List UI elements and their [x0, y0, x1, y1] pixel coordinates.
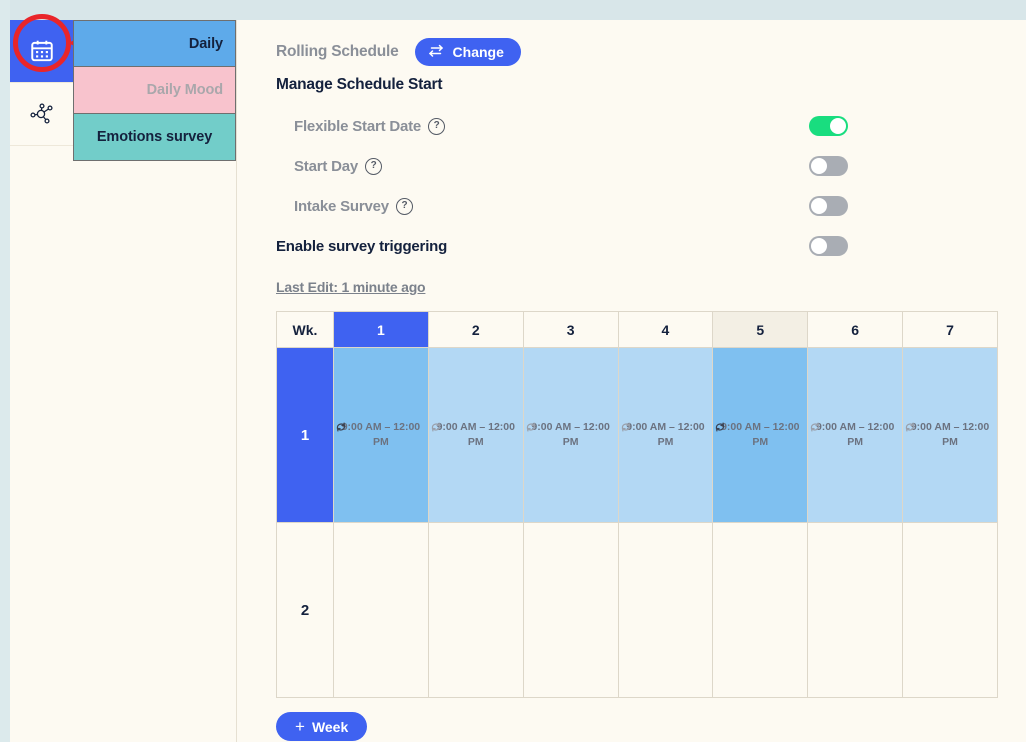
top-band	[0, 0, 1026, 20]
toggle-intake-survey[interactable]	[809, 196, 848, 216]
schedule-grid-header: Wk. 1 2 3 4 5 6 7	[276, 311, 998, 348]
help-icon[interactable]: ?	[395, 197, 413, 215]
slot-time-text: 9:00 AM – 12:00 PM	[341, 421, 421, 448]
cell-w1-d2[interactable]: 9:00 AM – 12:00 PM	[427, 347, 524, 523]
header-row: Wk. 1 2 3 4 5 6 7	[276, 311, 998, 348]
slot-label: 9:00 AM – 12:00 PM	[713, 420, 807, 448]
schedule-grid: Wk. 1 2 3 4 5 6 7 1 9:00 AM – 12:00 PM 9…	[276, 311, 998, 698]
option-label-text: Start Day	[294, 157, 359, 175]
tab-emotions-survey-label: Emotions survey	[96, 129, 213, 145]
cell-w1-d1[interactable]: 9:00 AM – 12:00 PM	[333, 347, 429, 523]
slot-time-text: 9:00 AM – 12:00 PM	[910, 421, 990, 448]
toggle-knob	[811, 158, 827, 174]
tabs-column: Daily Daily Mood Emotions survey	[73, 20, 237, 742]
add-week-button[interactable]: + Week	[276, 712, 368, 741]
help-icon[interactable]: ?	[365, 157, 383, 175]
toggle-knob	[811, 198, 827, 214]
add-week-button-label: Week	[311, 718, 349, 735]
tab-daily[interactable]: Daily	[73, 20, 236, 67]
cell-w2-d6[interactable]	[807, 522, 904, 698]
option-flexible-start-date: Flexible Start Date ?	[276, 106, 996, 146]
cell-w2-d2[interactable]	[427, 522, 524, 698]
swap-arrows-icon	[428, 44, 445, 60]
header-day-1[interactable]: 1	[333, 311, 429, 348]
cell-w1-d6[interactable]: 9:00 AM – 12:00 PM	[807, 347, 904, 523]
option-intake-survey-label: Intake Survey ?	[294, 197, 413, 215]
tab-daily-mood[interactable]: Daily Mood	[73, 67, 236, 114]
tab-emotions-survey[interactable]: Emotions survey	[73, 114, 236, 161]
cell-w1-d7[interactable]: 9:00 AM – 12:00 PM	[902, 347, 998, 523]
cell-w2-d7[interactable]	[902, 522, 998, 698]
rail-item-calendar[interactable]	[10, 20, 73, 83]
repeat-icon	[620, 421, 632, 437]
slot-label: 9:00 AM – 12:00 PM	[619, 420, 713, 448]
rolling-schedule-label: Rolling Schedule	[276, 43, 399, 60]
cell-w1-d4[interactable]: 9:00 AM – 12:00 PM	[617, 347, 714, 523]
option-label-text: Flexible Start Date	[294, 117, 422, 135]
week-number-1[interactable]: 1	[276, 347, 334, 523]
plus-icon: +	[295, 717, 305, 736]
icon-rail	[10, 20, 74, 742]
change-button-label: Change	[452, 44, 504, 60]
header-day-7[interactable]: 7	[902, 311, 998, 348]
repeat-icon	[714, 421, 726, 437]
option-intake-survey: Intake Survey ?	[276, 186, 996, 226]
slot-label: 9:00 AM – 12:00 PM	[903, 420, 997, 448]
cell-w1-d5[interactable]: 9:00 AM – 12:00 PM	[712, 347, 809, 523]
left-edge-strip	[0, 0, 10, 742]
cell-w2-d5[interactable]	[712, 522, 809, 698]
main-panel: Rolling Schedule Change Manage Schedule …	[238, 20, 1026, 742]
toggle-flexible-start-date[interactable]	[809, 116, 848, 136]
option-enable-survey-triggering-label: Enable survey triggering	[276, 238, 447, 255]
repeat-icon	[904, 421, 916, 437]
header-day-6[interactable]: 6	[807, 311, 904, 348]
cell-w1-d3[interactable]: 9:00 AM – 12:00 PM	[522, 347, 619, 523]
slot-time-text: 9:00 AM – 12:00 PM	[436, 421, 515, 448]
tab-daily-label: Daily	[188, 35, 223, 52]
option-label-text: Enable survey triggering	[276, 237, 448, 255]
cell-w2-d3[interactable]	[522, 522, 619, 698]
change-button[interactable]: Change	[414, 38, 521, 66]
schedule-type-row: Rolling Schedule Change	[276, 38, 996, 66]
header-day-4[interactable]: 4	[617, 311, 714, 348]
cell-w2-d1[interactable]	[333, 522, 429, 698]
slot-label: 9:00 AM – 12:00 PM	[334, 420, 428, 448]
slot-time-text: 9:00 AM – 12:00 PM	[815, 421, 895, 448]
toggle-enable-survey-triggering[interactable]	[809, 236, 848, 256]
header-day-2[interactable]: 2	[427, 311, 524, 348]
network-graph-icon	[28, 100, 56, 128]
table-row: 1 9:00 AM – 12:00 PM 9:00 AM – 12:00 PM …	[276, 347, 998, 523]
header-day-3[interactable]: 3	[522, 311, 619, 348]
option-enable-survey-triggering: Enable survey triggering	[276, 226, 996, 266]
option-start-day: Start Day ?	[276, 146, 996, 186]
slot-time-text: 9:00 AM – 12:00 PM	[721, 421, 800, 448]
header-week-col: Wk.	[276, 311, 334, 348]
tab-daily-mood-label: Daily Mood	[146, 82, 223, 98]
repeat-icon	[809, 421, 821, 437]
repeat-icon	[335, 421, 347, 437]
toggle-start-day[interactable]	[809, 156, 848, 176]
slot-time-text: 9:00 AM – 12:00 PM	[531, 421, 610, 448]
week-number-2[interactable]: 2	[276, 522, 334, 698]
header-day-5[interactable]: 5	[712, 311, 809, 348]
schedule-grid-body: 1 9:00 AM – 12:00 PM 9:00 AM – 12:00 PM …	[276, 347, 998, 698]
cell-w2-d4[interactable]	[617, 522, 714, 698]
option-label-text: Intake Survey	[294, 197, 389, 215]
help-icon[interactable]: ?	[428, 117, 446, 135]
option-flexible-start-date-label: Flexible Start Date ?	[294, 117, 446, 135]
last-edit-link[interactable]: Last Edit: 1 minute ago	[276, 279, 426, 295]
toggle-knob	[811, 238, 827, 254]
slot-label: 9:00 AM – 12:00 PM	[524, 420, 618, 448]
manage-schedule-start-heading: Manage Schedule Start	[276, 76, 443, 93]
slot-label: 9:00 AM – 12:00 PM	[808, 420, 902, 448]
table-row: 2	[276, 522, 998, 698]
calendar-icon	[29, 38, 55, 64]
slot-label: 9:00 AM – 12:00 PM	[429, 420, 523, 448]
rail-item-network[interactable]	[10, 83, 73, 146]
toggle-knob	[830, 118, 846, 134]
repeat-icon	[525, 421, 537, 437]
slot-time-text: 9:00 AM – 12:00 PM	[626, 421, 705, 448]
option-start-day-label: Start Day ?	[294, 157, 383, 175]
repeat-icon	[430, 421, 442, 437]
